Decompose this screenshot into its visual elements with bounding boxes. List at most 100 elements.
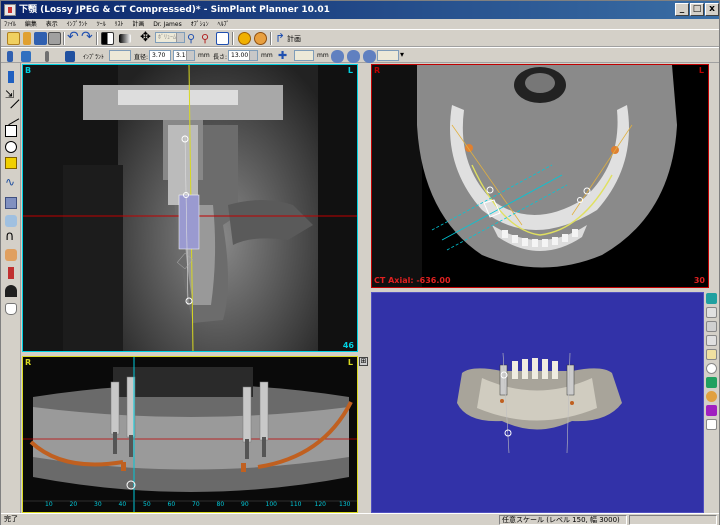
minimize-button[interactable]: _ [675, 3, 689, 16]
light-icon[interactable] [706, 391, 717, 402]
implant-tilt-icon[interactable] [21, 51, 31, 62]
new-icon[interactable] [7, 32, 20, 45]
tilt-buccal-icon[interactable] [363, 50, 376, 63]
marker-tool-icon[interactable] [8, 267, 14, 279]
tilt-distal-icon[interactable] [347, 50, 360, 63]
diameter-unit: mm [198, 52, 210, 59]
curve-tool-icon[interactable]: ∿ [5, 176, 17, 189]
settings-icon[interactable] [254, 32, 267, 45]
teeth-icon[interactable] [706, 335, 717, 346]
note-tool-icon[interactable] [5, 157, 17, 169]
tooth-tool-icon[interactable] [5, 303, 17, 315]
toolbar-separator [232, 32, 234, 45]
ruler-label: 60 [167, 501, 176, 508]
volume-tool-icon[interactable] [5, 197, 17, 209]
move-icon[interactable]: ✥ [139, 31, 152, 45]
length-unit: mm [261, 52, 273, 59]
implant-tool-icon[interactable] [8, 71, 14, 83]
status-bar: 完了 任意スケール (レベル 150, 幅 3000) [1, 513, 719, 525]
ruler-label: 110 [290, 501, 302, 508]
ruler-label: 40 [118, 501, 127, 508]
rotate-unit: mm [317, 52, 329, 59]
contrast-icon[interactable] [101, 32, 114, 45]
window-title: 下顎 (Lossy JPEG & CT Compressed)* - SimPl… [19, 5, 330, 15]
page-icon[interactable] [706, 419, 717, 430]
right-toolbar [704, 291, 719, 513]
view-tr-caption: CT Axial: -636.00 [374, 276, 451, 285]
mode-select[interactable]: ﾎﾞﾘｭｰﾑ [155, 32, 185, 43]
surface-icon[interactable] [706, 377, 717, 388]
rectangle-tool-icon[interactable] [5, 125, 17, 137]
title-bar: 下顎 (Lossy JPEG & CT Compressed)* - SimPl… [1, 1, 719, 19]
ellipse-tool-icon[interactable] [5, 141, 17, 153]
ruler-label: 70 [192, 501, 200, 508]
bone-tool-icon[interactable] [5, 249, 17, 261]
rotate-icon[interactable]: ✚ [278, 50, 290, 63]
ruler-label: 30 [94, 501, 102, 508]
open-icon[interactable] [23, 32, 31, 45]
3d-image [457, 352, 622, 454]
polyline-tool-icon[interactable] [2, 108, 20, 126]
diameter-select[interactable]: 3.10 [173, 50, 195, 61]
window-icon[interactable] [216, 32, 229, 45]
view-panoramic[interactable]: R L 10 20 30 40 50 60 70 80 90 100 110 120 130 [22, 356, 358, 513]
length-label: 長さ: [213, 54, 228, 61]
info-icon[interactable] [238, 32, 251, 45]
tilt-dropdown-icon[interactable]: ▾ [400, 50, 404, 59]
menu-bar: ﾌｧｲﾙ 編集 表示 ｲﾝﾌﾟﾗﾝﾄ ﾂｰﾙ ﾘｽﾄ 計画 Dr. James … [1, 19, 719, 29]
length-select[interactable]: 13.00 [228, 50, 258, 61]
implant-toolbar: ｲﾝﾌﾟﾗﾝﾄ 直径: 3.70 3.10 mm 長さ: 13.00 mm ✚ … [1, 47, 719, 63]
ruler-label: 130 [339, 501, 351, 508]
save-icon[interactable] [34, 32, 47, 45]
slice-icon[interactable] [706, 307, 717, 318]
measure-tool-icon[interactable] [5, 215, 17, 227]
view-cross-section[interactable]: B L 46 [22, 64, 358, 352]
ruler-label: 80 [216, 501, 225, 508]
view-tr-corner-left: R [374, 66, 381, 75]
redo-icon[interactable]: ↷ [81, 30, 94, 45]
ruler-label: 120 [314, 501, 326, 508]
ruler-label: 20 [69, 501, 78, 508]
implant-field[interactable] [109, 50, 131, 61]
axial-image [372, 65, 708, 287]
view-tl-corner-left: B [25, 66, 32, 75]
status-cell-empty [629, 515, 717, 525]
view-reset-icon[interactable] [706, 293, 717, 304]
toolbar-separator [270, 32, 272, 45]
toolbar-separator [96, 32, 98, 45]
app-icon [4, 4, 16, 16]
nerve-tool-icon[interactable]: ∩ [5, 230, 17, 243]
undo-icon[interactable]: ↶ [67, 30, 80, 45]
rotate-field[interactable] [294, 50, 314, 61]
plan-icon[interactable]: ↱ [275, 32, 285, 45]
panoramic-expand-icon[interactable]: ⊞ [359, 357, 368, 366]
view-3d[interactable] [371, 292, 704, 513]
view-bl-corner-left: R [25, 358, 32, 367]
left-toolbar: ⇲ ∿ ∩ [1, 63, 21, 513]
main-toolbar: ↶ ↷ ✥ ﾎﾞﾘｭｰﾑ ⚲ ⚲ ↱ 計画 [1, 29, 719, 47]
implant-library-icon[interactable] [65, 51, 75, 62]
color-icon[interactable] [706, 405, 717, 416]
implant-icon[interactable] [7, 51, 13, 62]
abutment-icon[interactable] [45, 51, 49, 62]
tilt-field[interactable] [377, 50, 399, 61]
close-button[interactable]: x [705, 3, 719, 16]
zoom-in-icon[interactable]: ⚲ [201, 32, 214, 45]
print-icon[interactable] [48, 32, 61, 45]
layers-icon[interactable] [706, 321, 717, 332]
grayscale-icon[interactable] [119, 34, 131, 43]
panoramic-image [23, 357, 357, 512]
bone-icon[interactable] [706, 349, 717, 360]
toolbar-separator [63, 32, 65, 45]
rotate-3d-icon[interactable] [706, 363, 717, 374]
diameter-input[interactable]: 3.70 [149, 50, 171, 61]
plan-label[interactable]: 計画 [287, 34, 301, 44]
maximize-button[interactable]: □ [690, 3, 704, 16]
diameter-label: 直径: [134, 54, 149, 61]
patient-tool-icon[interactable] [5, 285, 17, 297]
zoom-icon[interactable]: ⚲ [187, 32, 200, 45]
view-axial[interactable]: R L CT Axial: -636.00 30 [371, 64, 709, 288]
view-tr-corner-right: L [698, 66, 704, 75]
tilt-mesial-icon[interactable] [331, 50, 344, 63]
status-text: 完了 [4, 515, 18, 523]
